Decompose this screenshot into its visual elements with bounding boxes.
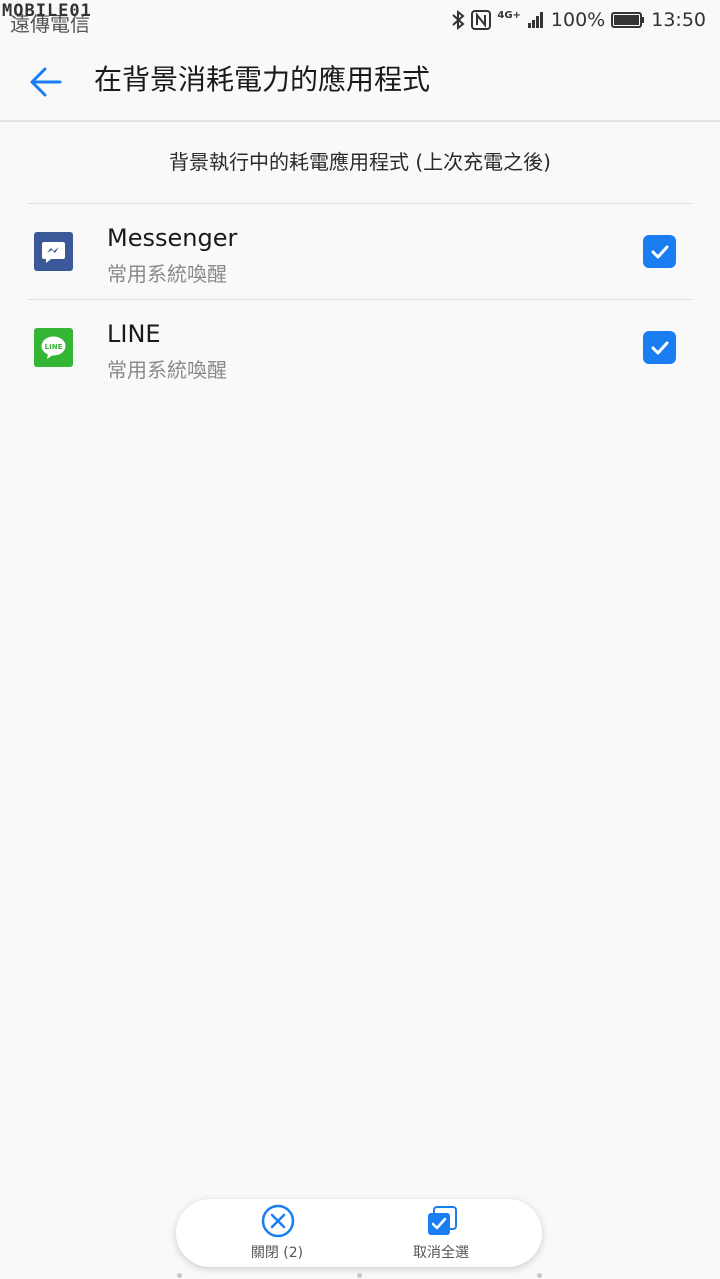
app-bar: 在背景消耗電力的應用程式 <box>0 40 720 122</box>
clock: 13:50 <box>651 9 706 31</box>
close-button[interactable]: 關閉 (2) <box>202 1199 352 1267</box>
page-title: 在背景消耗電力的應用程式 <box>94 63 431 96</box>
app-subtitle: 常用系統喚醒 <box>107 358 227 382</box>
app-row-messenger[interactable]: Messenger 常用系統喚醒 <box>0 204 720 299</box>
bluetooth-icon <box>452 10 465 30</box>
line-icon: LINE <box>34 328 73 367</box>
messenger-icon <box>34 232 73 271</box>
deselect-all-button[interactable]: 取消全選 <box>366 1199 516 1267</box>
section-title: 背景執行中的耗電應用程式 (上次充電之後) <box>169 150 551 174</box>
app-name: Messenger <box>107 224 238 252</box>
status-icons: 4G+ 100% 13:50 <box>451 6 706 34</box>
deselect-all-label: 取消全選 <box>413 1245 469 1261</box>
network-type: 4G+ <box>497 10 521 21</box>
back-arrow-icon <box>30 67 62 97</box>
nfc-icon <box>471 10 492 30</box>
checkmark-icon <box>651 341 668 354</box>
decorative-dot <box>357 1273 362 1278</box>
line-logo-text: LINE <box>45 343 63 351</box>
battery-percent: 100% <box>550 9 606 31</box>
decorative-dot <box>537 1273 542 1278</box>
checkbox-messenger[interactable] <box>643 235 676 268</box>
bottom-action-bar: 關閉 (2) 取消全選 <box>176 1199 542 1267</box>
app-row-line[interactable]: LINE LINE 常用系統喚醒 <box>0 300 720 395</box>
decorative-dot <box>177 1273 182 1278</box>
close-circle-icon <box>261 1204 295 1238</box>
watermark: MOBILE01 <box>2 1 92 21</box>
checkbox-line[interactable] <box>643 331 676 364</box>
close-button-label: 關閉 (2) <box>250 1245 304 1261</box>
status-bar: 遠傳電信 MOBILE01 4G+ 100% 13:50 <box>0 0 720 40</box>
deselect-all-icon <box>428 1206 457 1235</box>
app-subtitle: 常用系統喚醒 <box>107 262 227 286</box>
checkmark-icon <box>651 245 668 258</box>
battery-icon <box>611 12 645 28</box>
back-button[interactable] <box>26 62 66 102</box>
signal-icon <box>527 12 543 28</box>
app-name: LINE <box>107 320 161 348</box>
